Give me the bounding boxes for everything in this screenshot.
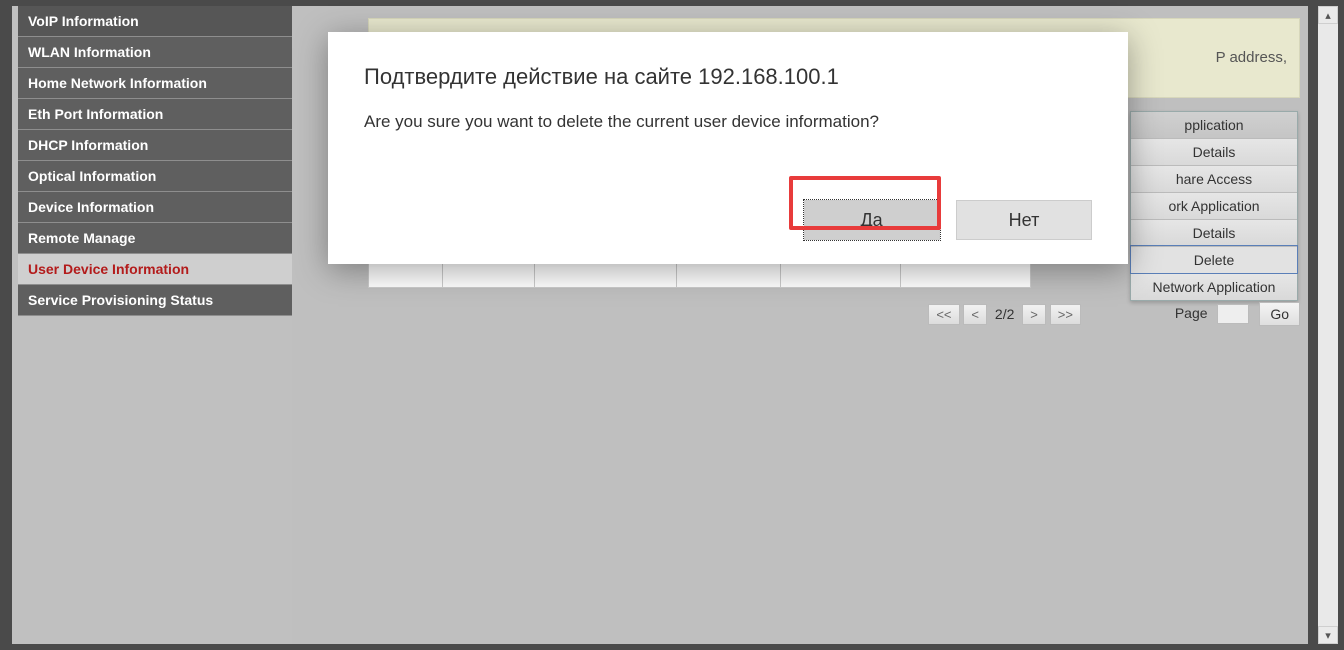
action-menu: pplication Details hare Access ork Appli… — [1130, 111, 1298, 301]
pager-prev-button[interactable]: < — [963, 304, 987, 325]
sidebar-item-voip-information[interactable]: VoIP Information — [18, 6, 292, 37]
action-menu-header: pplication — [1131, 112, 1297, 138]
info-banner-text: P address, — [1216, 49, 1287, 66]
sidebar-item-eth-port-information[interactable]: Eth Port Information — [18, 99, 292, 130]
sidebar-item-device-information[interactable]: Device Information — [18, 192, 292, 223]
action-menu-item-ork-application[interactable]: ork Application — [1131, 192, 1297, 219]
confirm-dialog: Подтвердите действие на сайте 192.168.10… — [328, 32, 1128, 264]
pager-last-button[interactable]: >> — [1050, 304, 1081, 325]
dialog-no-button[interactable]: Нет — [956, 200, 1092, 240]
scroll-down-icon[interactable]: ▾ — [1318, 626, 1338, 644]
sidebar-item-wlan-information[interactable]: WLAN Information — [18, 37, 292, 68]
pager-next-button[interactable]: > — [1022, 304, 1046, 325]
dialog-message: Are you sure you want to delete the curr… — [328, 90, 1128, 132]
vertical-scrollbar[interactable]: ▴ ▾ — [1318, 6, 1338, 644]
action-menu-item-share-access[interactable]: hare Access — [1131, 165, 1297, 192]
sidebar-item-optical-information[interactable]: Optical Information — [18, 161, 292, 192]
dialog-title: Подтвердите действие на сайте 192.168.10… — [328, 32, 1128, 90]
dialog-yes-button[interactable]: Да — [804, 200, 940, 240]
table-row — [368, 264, 1031, 288]
sidebar-item-service-provisioning-status[interactable]: Service Provisioning Status — [18, 285, 292, 316]
pager-page-input[interactable] — [1217, 304, 1249, 324]
pagination: << < 2/2 > >> Page Go — [368, 302, 1300, 326]
pager-page-indicator: 2/2 — [991, 306, 1018, 322]
scroll-up-icon[interactable]: ▴ — [1318, 6, 1338, 24]
action-menu-item-details[interactable]: Details — [1131, 138, 1297, 165]
sidebar-item-remote-manage[interactable]: Remote Manage — [18, 223, 292, 254]
action-menu-item-network-application[interactable]: Network Application — [1131, 273, 1297, 300]
sidebar-item-user-device-information[interactable]: User Device Information — [18, 254, 292, 285]
pager-go-button[interactable]: Go — [1259, 302, 1300, 326]
sidebar: VoIP Information WLAN Information Home N… — [12, 6, 292, 644]
action-menu-item-details-2[interactable]: Details — [1131, 219, 1297, 246]
pager-page-label: Page — [1175, 305, 1208, 321]
action-menu-item-delete[interactable]: Delete — [1131, 246, 1297, 273]
sidebar-item-dhcp-information[interactable]: DHCP Information — [18, 130, 292, 161]
sidebar-item-home-network-information[interactable]: Home Network Information — [18, 68, 292, 99]
pager-first-button[interactable]: << — [928, 304, 959, 325]
